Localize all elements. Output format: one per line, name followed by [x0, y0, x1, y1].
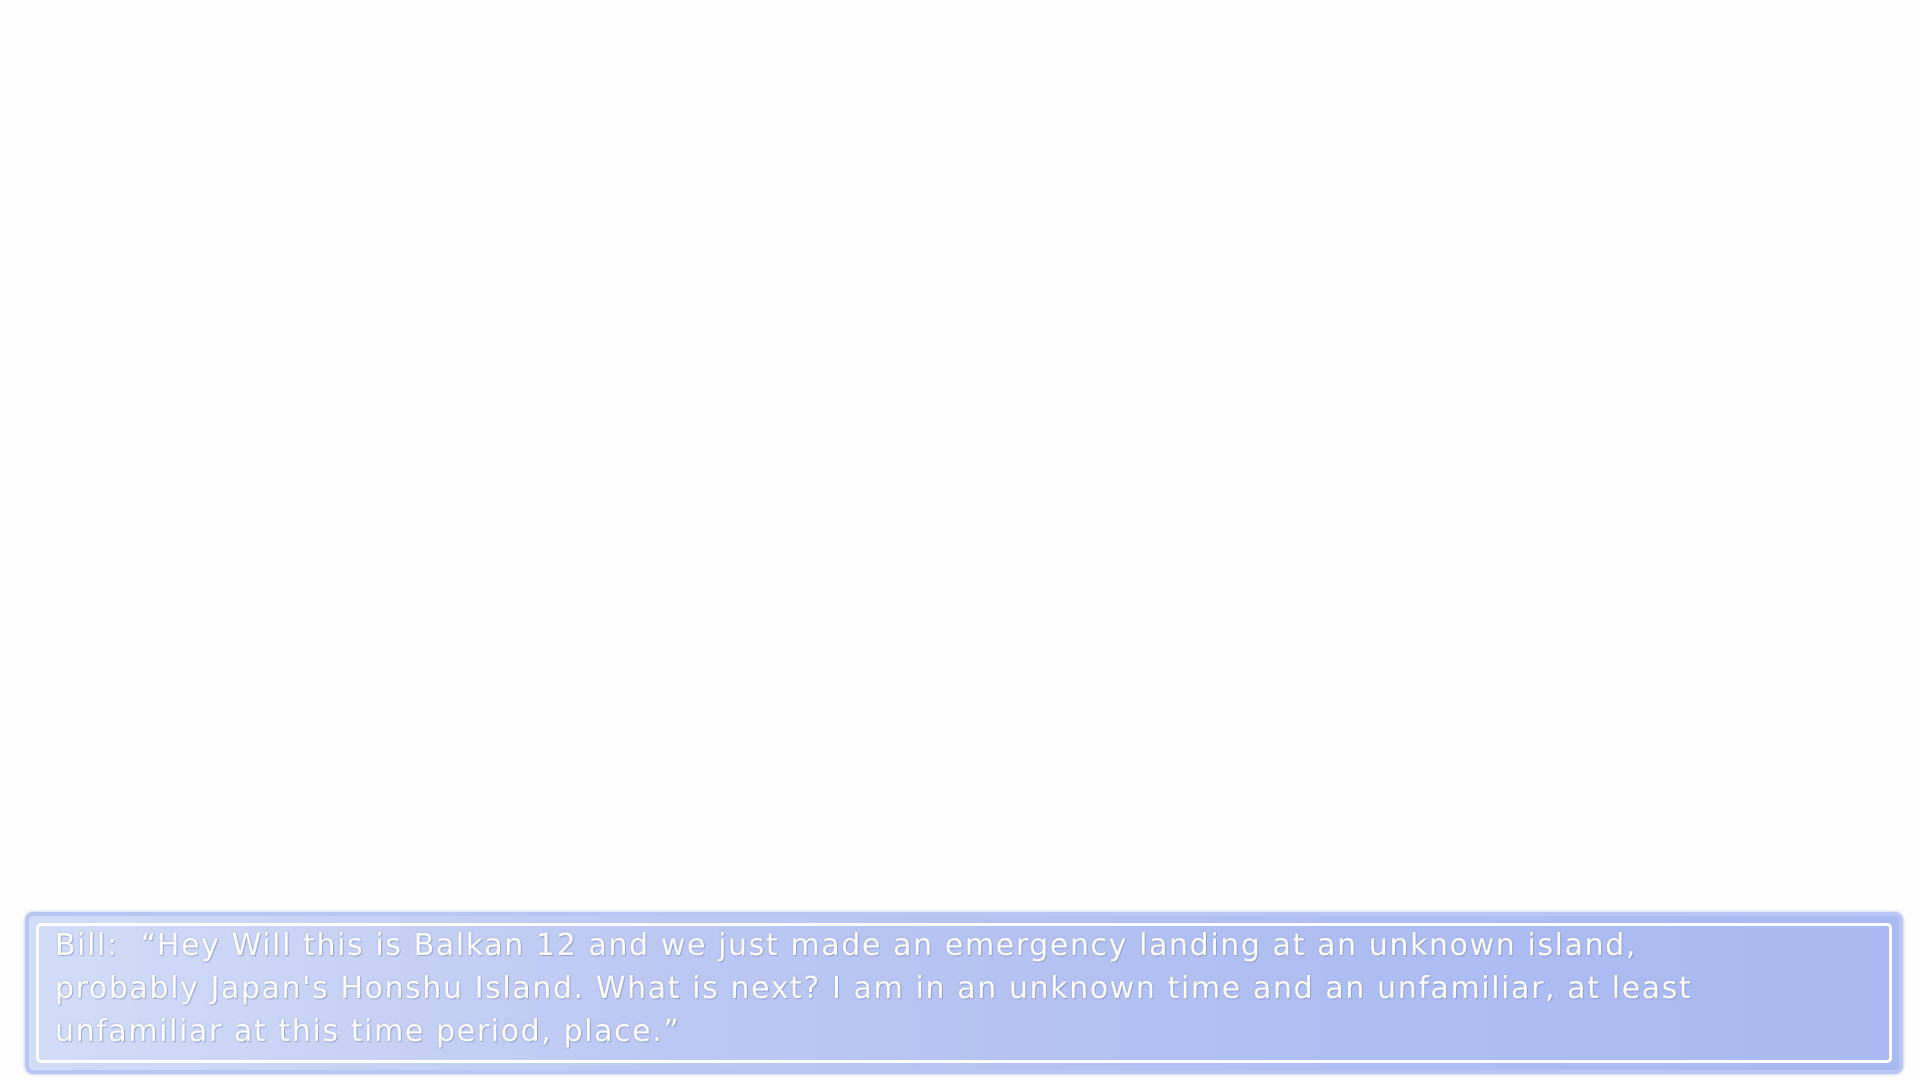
- game-scene: Bill: “Hey Will this is Balkan 12 and we …: [0, 0, 1920, 1080]
- speaker-name: Bill:: [55, 928, 119, 963]
- dialogue-box[interactable]: Bill: “Hey Will this is Balkan 12 and we …: [25, 912, 1903, 1074]
- dialogue-text: Bill: “Hey Will this is Balkan 12 and we …: [55, 924, 1755, 1053]
- dialogue-line: “Hey Will this is Balkan 12 and we just …: [55, 928, 1693, 1049]
